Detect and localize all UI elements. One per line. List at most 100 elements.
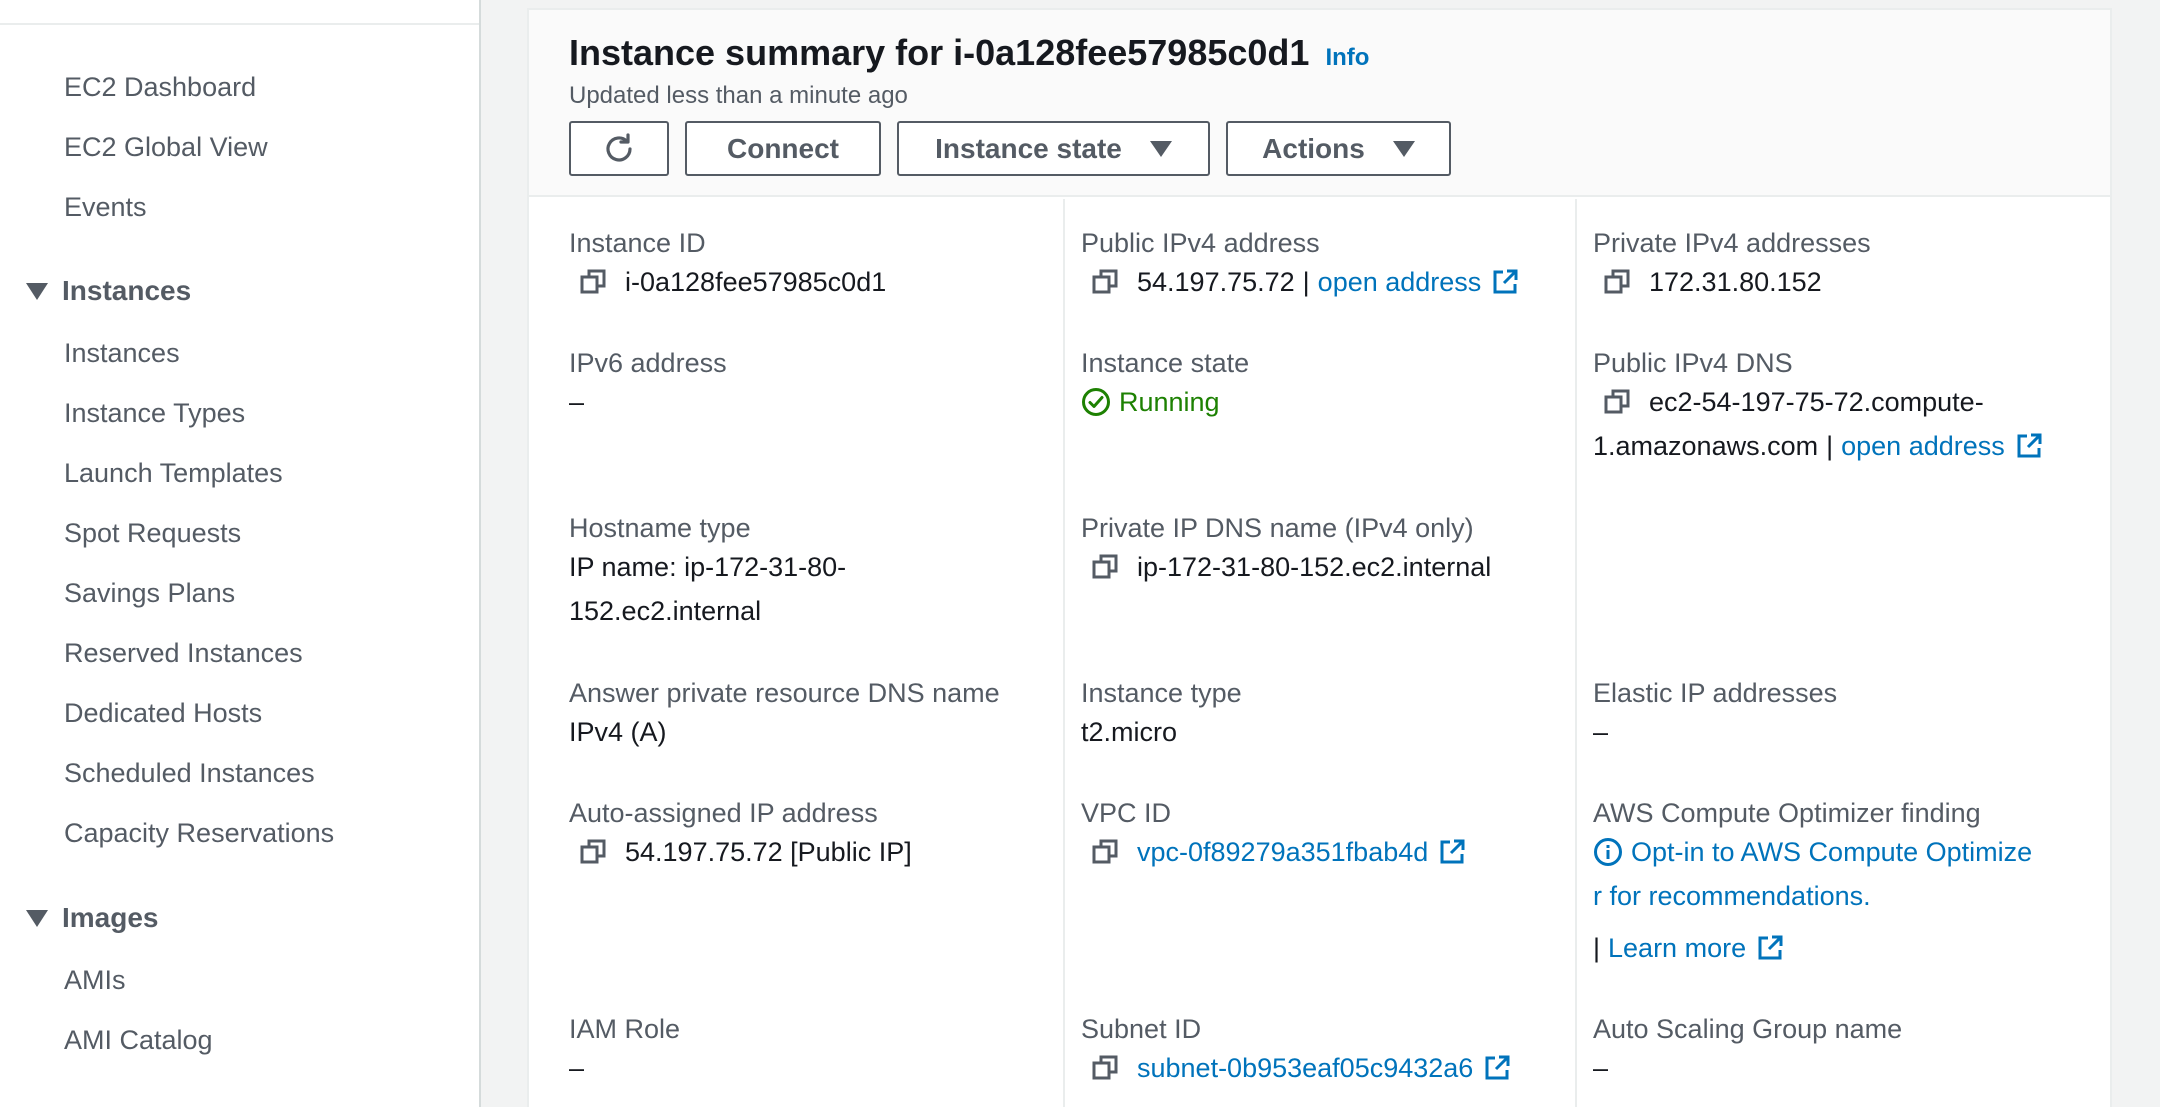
caret-down-icon (1149, 140, 1172, 157)
field-value: – (569, 1053, 585, 1083)
field-instance-id: Instance ID i-0a128fee57985c0d1 (569, 226, 886, 304)
instance-state-dropdown[interactable]: Instance state (897, 121, 1210, 176)
copy-icon[interactable] (1091, 553, 1119, 581)
field-instance-type: Instance type t2.micro (1081, 676, 1242, 754)
separator: | (1593, 933, 1601, 963)
field-value-line2: 1.amazonaws.com | open address (1593, 424, 2043, 468)
copy-icon[interactable] (1091, 838, 1119, 866)
field-iam-role: IAM Role – (569, 1012, 680, 1090)
status-badge: Running (1081, 380, 1249, 424)
field-label: IAM Role (569, 1014, 681, 1044)
field-value: i-0a128fee57985c0d1 (569, 260, 886, 304)
private-ipv4-value: 172.31.80.152 (1649, 267, 1822, 297)
sidebar-item-ami-catalog[interactable]: AMI Catalog (64, 1023, 213, 1057)
running-state-text: Running (1119, 387, 1220, 417)
page-title-text: Instance summary for i-0a128fee57985c0d1 (569, 32, 1310, 73)
page-title: Instance summary for i-0a128fee57985c0d1… (569, 32, 1369, 74)
field-value: 54.197.75.72 | open address (1081, 260, 1519, 304)
field-value: 172.31.80.152 (1593, 260, 1871, 304)
caret-down-icon (26, 282, 48, 300)
copy-icon[interactable] (1603, 388, 1631, 416)
external-link-icon[interactable] (1491, 268, 1519, 296)
sidebar-item-dedicated-hosts[interactable]: Dedicated Hosts (64, 696, 262, 730)
field-label: Hostname type (569, 513, 751, 543)
field-label: Public IPv4 address (1081, 228, 1320, 258)
sidebar-item-spot-requests[interactable]: Spot Requests (64, 516, 241, 550)
sidebar-divider (0, 23, 479, 25)
field-instance-state: Instance state Running (1081, 346, 1249, 424)
separator: | (1302, 267, 1310, 297)
updated-status: Updated less than a minute ago (569, 82, 908, 109)
panel-header: Instance summary for i-0a128fee57985c0d1… (529, 10, 2110, 197)
caret-down-icon (1392, 140, 1415, 157)
open-address-link[interactable]: open address (1318, 260, 1482, 304)
sidebar-item-ec2-dashboard[interactable]: EC2 Dashboard (64, 70, 256, 104)
refresh-icon (606, 132, 632, 162)
field-value: subnet-0b953eaf05c9432a6 (1081, 1046, 1511, 1090)
sidebar-item-launch-templates[interactable]: Launch Templates (64, 456, 283, 490)
public-dns-value-cont: 1.amazonaws.com (1593, 431, 1819, 461)
vpc-id-link[interactable]: vpc-0f89279a351fbab4d (1137, 830, 1428, 874)
field-value: ip-172-31-80-152.ec2.internal (1081, 545, 1491, 589)
field-label: VPC ID (1081, 798, 1172, 828)
field-label: Private IPv4 addresses (1593, 228, 1871, 258)
field-asg-name: Auto Scaling Group name – (1593, 1012, 1902, 1090)
field-vpc-id: VPC ID vpc-0f89279a351fbab4d (1081, 796, 1466, 874)
field-label: IPv6 address (569, 348, 727, 378)
optimizer-optin[interactable]: Opt-in to AWS Compute Optimize (1593, 830, 2032, 874)
connect-button[interactable]: Connect (685, 121, 881, 176)
copy-icon[interactable] (579, 268, 607, 296)
sidebar-nav: EC2 Dashboard EC2 Global View Events Ins… (0, 0, 481, 1107)
sidebar-item-events[interactable]: Events (64, 190, 147, 224)
field-private-dns: Private IP DNS name (IPv4 only) ip-172-3… (1081, 511, 1491, 589)
subnet-id-link[interactable]: subnet-0b953eaf05c9432a6 (1137, 1046, 1473, 1090)
external-link-icon[interactable] (1756, 934, 1784, 962)
external-link-icon[interactable] (1438, 838, 1466, 866)
column-divider (1575, 199, 1577, 1107)
sidebar-item-instances[interactable]: Instances (64, 336, 180, 370)
field-label: Instance ID (569, 228, 706, 258)
copy-icon[interactable] (1091, 268, 1119, 296)
optimizer-optin-link[interactable]: Opt-in to AWS Compute Optimize (1631, 830, 2032, 874)
field-label: Elastic IP addresses (1593, 678, 1838, 708)
optimizer-optin-link-cont[interactable]: r for recommendations. (1593, 874, 2032, 918)
auto-ip-value: 54.197.75.72 [Public IP] (625, 837, 912, 867)
private-dns-value: ip-172-31-80-152.ec2.internal (1137, 552, 1492, 582)
field-label: Instance state (1081, 348, 1250, 378)
external-link-icon[interactable] (2015, 432, 2043, 460)
sidebar-item-scheduled-instances[interactable]: Scheduled Instances (64, 756, 315, 790)
instance-summary-panel: Instance summary for i-0a128fee57985c0d1… (527, 8, 2112, 1107)
copy-icon[interactable] (579, 838, 607, 866)
external-link-icon[interactable] (1483, 1054, 1511, 1082)
field-value: – (1593, 717, 1609, 747)
field-public-dns: Public IPv4 DNS ec2-54-197-75-72.compute… (1593, 346, 2043, 468)
field-value: IPv4 (A) (569, 717, 667, 747)
field-ipv6: IPv6 address – (569, 346, 727, 424)
copy-icon[interactable] (1091, 1054, 1119, 1082)
field-value: t2.micro (1081, 717, 1178, 747)
open-address-link[interactable]: open address (1841, 424, 2005, 468)
field-value-line1: IP name: ip-172-31-80- (569, 552, 847, 582)
copy-icon[interactable] (1603, 268, 1631, 296)
refresh-button[interactable] (569, 121, 669, 176)
field-answer-dns: Answer private resource DNS name IPv4 (A… (569, 676, 1000, 754)
sidebar-item-instance-types[interactable]: Instance Types (64, 396, 245, 430)
sidebar-section-instances[interactable]: Instances (26, 274, 191, 308)
field-value: vpc-0f89279a351fbab4d (1081, 830, 1466, 874)
field-label: Instance type (1081, 678, 1242, 708)
sidebar-item-amis[interactable]: AMIs (64, 963, 126, 997)
field-elastic-ip: Elastic IP addresses – (1593, 676, 1837, 754)
column-divider (1063, 199, 1065, 1107)
info-link[interactable]: Info (1325, 44, 1369, 72)
separator: | (1826, 431, 1834, 461)
sidebar-item-savings-plans[interactable]: Savings Plans (64, 576, 235, 610)
sidebar-section-images[interactable]: Images (26, 901, 159, 935)
field-subnet-id: Subnet ID subnet-0b953eaf05c9432a6 (1081, 1012, 1511, 1090)
actions-dropdown[interactable]: Actions (1226, 121, 1451, 176)
learn-more-link[interactable]: Learn more (1608, 926, 1746, 970)
field-label: Auto-assigned IP address (569, 798, 878, 828)
sidebar-item-reserved-instances[interactable]: Reserved Instances (64, 636, 303, 670)
instance-state-label: Instance state (935, 132, 1122, 164)
sidebar-item-capacity-reservations[interactable]: Capacity Reservations (64, 816, 334, 850)
sidebar-item-ec2-global-view[interactable]: EC2 Global View (64, 130, 268, 164)
